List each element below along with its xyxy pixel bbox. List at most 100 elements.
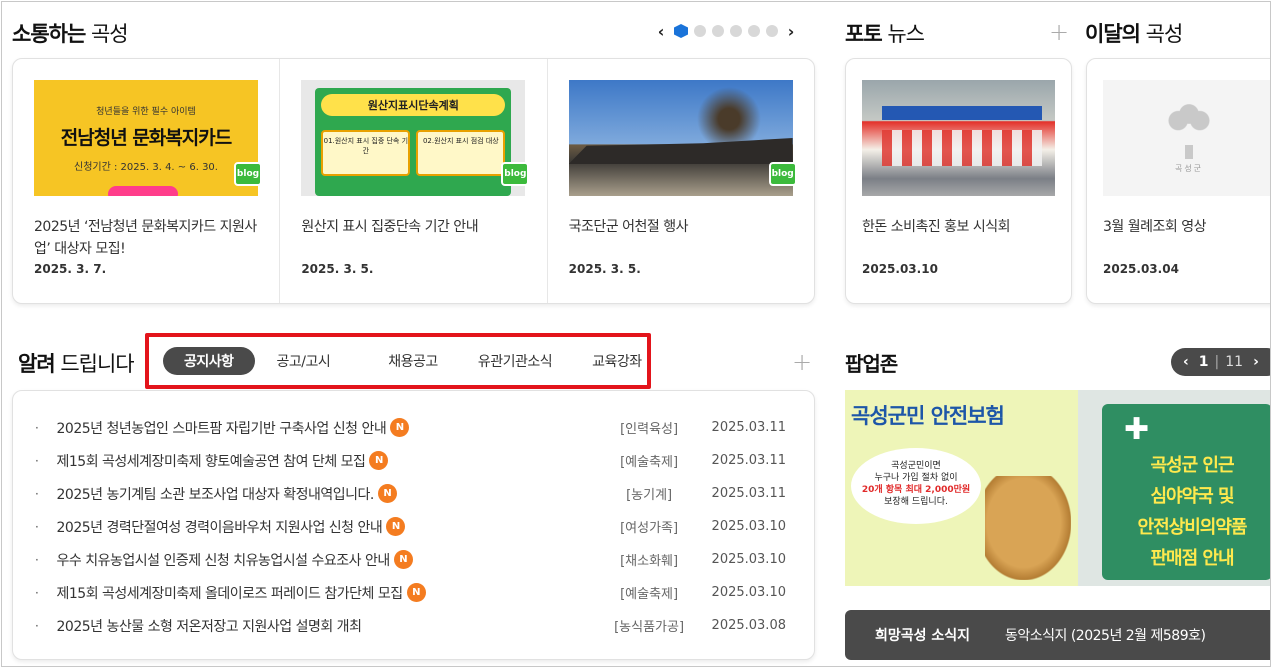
bullet: ·	[35, 585, 39, 600]
photo-news-title[interactable]: 한돈 소비촉진 홍보 시식회	[862, 216, 1055, 252]
slider-prev-button[interactable]: ‹	[654, 22, 668, 41]
popup-pagination: ‹ 1 | 11 ›	[1171, 348, 1270, 376]
tab-related-agencies[interactable]: 유관기관소식	[460, 347, 570, 375]
slider-dot-2[interactable]	[694, 25, 706, 37]
photo-more-plus-icon[interactable]: +	[1049, 20, 1069, 44]
table-row[interactable]: · 2025년 농기계팀 소관 보조사업 대상자 확정내역입니다. N [농기계]…	[35, 477, 786, 510]
notice-title[interactable]: 제15회 곡성세계장미축제 올데이로즈 퍼레이드 참가단체 모집 N	[57, 583, 601, 603]
newsletter-link[interactable]: 동악소식지 (2025년 2월 제589호)	[1005, 625, 1206, 645]
table-row[interactable]: · 제15회 곡성세계장미축제 올데이로즈 퍼레이드 참가단체 모집 N [예술축…	[35, 576, 786, 609]
bullet: ·	[35, 453, 39, 468]
notice-date: 2025.03.11	[711, 453, 786, 468]
title-bold: 포토	[845, 22, 883, 46]
blog-card-2[interactable]: 원산지표시단속계획 01.원산지 표시 집중 단속 기간 02.원산지 표시 점…	[280, 59, 548, 303]
blog-card-title[interactable]: 2025년 ‘전남청년 문화복지카드 지원사업’ 대상자 모집!	[34, 216, 258, 260]
notice-category: [채소화훼]	[620, 554, 679, 569]
popup-total-pages: 11	[1225, 354, 1244, 370]
title-bold: 팝업존	[845, 352, 898, 376]
notice-date: 2025.03.10	[711, 552, 786, 567]
slider-dot-4[interactable]	[730, 25, 742, 37]
title-bold: 소통하는	[12, 22, 86, 46]
photo-thumb	[862, 80, 1055, 196]
slider-dot-5[interactable]	[748, 25, 760, 37]
notice-title-text: 2025년 경력단절여성 경력이음바우처 지원사업 신청 안내	[56, 519, 383, 536]
bullet: ·	[35, 519, 39, 534]
popup-separator: |	[1214, 354, 1220, 370]
popup-banner-pharmacy: ✚ 곡성군 인근 심야약국 및 안전상비의약품 판매점 안내	[1078, 390, 1270, 586]
notice-title[interactable]: 2025년 농기계팀 소관 보조사업 대상자 확정내역입니다. N	[57, 484, 601, 504]
pharmacy-line: 심야약국 및	[1150, 486, 1234, 507]
gokseong-logo-icon	[1162, 102, 1216, 147]
notice-title[interactable]: 제15회 곡성세계장미축제 향토예술공연 참여 단체 모집 N	[57, 451, 601, 471]
notice-title[interactable]: 2025년 경력단절여성 경력이음바우처 지원사업 신청 안내 N	[57, 517, 601, 537]
thumb-banner	[882, 106, 1042, 120]
new-badge: N	[386, 517, 406, 536]
blog-card-title[interactable]: 원산지 표시 집중단속 기간 안내	[301, 216, 525, 260]
month-item-title[interactable]: 3월 월례조회 영상	[1103, 216, 1269, 252]
pharmacy-board: ✚ 곡성군 인근 심야약국 및 안전상비의약품 판매점 안내	[1102, 404, 1270, 580]
notice-title-text: 제15회 곡성세계장미축제 향토예술공연 참여 단체 모집	[56, 453, 366, 470]
new-badge: N	[377, 484, 397, 503]
thumb-main-title: 전남청년 문화복지카드	[60, 126, 232, 149]
thumb-subtitle: 청년들을 위한 필수 아이템	[96, 106, 196, 117]
thumb-board-head: 원산지표시단속계획	[321, 94, 506, 116]
month-thumb: 곡성군	[1103, 80, 1270, 196]
table-row[interactable]: · 2025년 청년농업인 스마트팜 자립기반 구축사업 신청 안내 N [인력육…	[35, 411, 786, 444]
notice-category: [농기계]	[626, 488, 673, 503]
tab-recruitment[interactable]: 채용공고	[370, 347, 456, 375]
notice-category: [예술축제]	[620, 455, 679, 470]
banner-title: 곡성군민 안전보험	[851, 404, 1005, 428]
notice-category: [인력육성]	[620, 422, 679, 437]
thumb-board-boxes: 01.원산지 표시 집중 단속 기간 02.원산지 표시 점검 대상	[321, 130, 506, 176]
table-row[interactable]: · 우수 치유농업시설 인증제 신청 치유농업시설 수요조사 안내 N [채소화훼…	[35, 543, 786, 576]
notice-title[interactable]: 우수 치유농업시설 인증제 신청 치유농업시설 수요조사 안내 N	[57, 550, 601, 570]
thumb-box-2: 02.원산지 표시 점검 대상	[416, 130, 506, 176]
medical-cross-icon: ✚	[1124, 412, 1150, 447]
table-row[interactable]: · 2025년 농산물 소형 저온저장고 지원사업 설명회 개최 [농식품가공]…	[35, 609, 786, 642]
blog-thumb-2: 원산지표시단속계획 01.원산지 표시 집중 단속 기간 02.원산지 표시 점…	[301, 80, 526, 196]
blog-card-1[interactable]: 청년들을 위한 필수 아이템 전남청년 문화복지카드 신청기간 : 2025. …	[13, 59, 281, 303]
notice-more-plus-icon[interactable]: +	[792, 350, 812, 374]
notice-title[interactable]: 2025년 농산물 소형 저온저장고 지원사업 설명회 개최	[57, 616, 601, 636]
slider-dot-1[interactable]	[674, 24, 688, 38]
table-row[interactable]: · 제15회 곡성세계장미축제 향토예술공연 참여 단체 모집 N [예술축제] …	[35, 444, 786, 477]
popup-prev-button[interactable]: ‹	[1183, 354, 1189, 370]
slider-next-button[interactable]: ›	[784, 22, 798, 41]
notice-category: [농식품가공]	[614, 620, 685, 635]
photo-news-card[interactable]: 한돈 소비촉진 홍보 시식회 2025.03.10	[845, 58, 1072, 304]
tab-education[interactable]: 교육강좌	[574, 347, 660, 375]
notice-date: 2025.03.11	[711, 420, 786, 435]
notice-title[interactable]: 2025년 청년농업인 스마트팜 자립기반 구축사업 신청 안내 N	[57, 418, 601, 438]
blog-thumb-1: 청년들을 위한 필수 아이템 전남청년 문화복지카드 신청기간 : 2025. …	[34, 80, 258, 196]
thumb-board: 원산지표시단속계획 01.원산지 표시 집중 단속 기간 02.원산지 표시 점…	[315, 88, 512, 196]
bubble-line: 누구나 가입 절차 없이	[874, 473, 958, 483]
pharmacy-line: 안전상비의약품	[1137, 517, 1248, 538]
notice-date: 2025.03.10	[711, 519, 786, 534]
title-bold: 이달의	[1085, 22, 1141, 46]
thumb-period: 신청기간 : 2025. 3. 4. ~ 6. 30.	[74, 161, 218, 173]
thumb-box-1: 01.원산지 표시 집중 단속 기간	[321, 130, 411, 176]
popup-banner[interactable]: 곡성군민 안전보험 곡성군민이면 누구나 가입 절차 없이 20개 항목 최대 …	[845, 390, 1270, 586]
slider-dot-6[interactable]	[766, 25, 778, 37]
blog-card-3[interactable]: blog 국조단군 어천절 행사 2025. 3. 5.	[548, 59, 814, 303]
pharmacy-text: 곡성군 인근 심야약국 및 안전상비의약품 판매점 안내	[1112, 450, 1270, 574]
blog-card-title[interactable]: 국조단군 어천절 행사	[569, 216, 793, 260]
bullet: ·	[35, 420, 39, 435]
tab-announcement[interactable]: 공고/고시	[259, 347, 349, 375]
photo-section-title: 포토 뉴스	[845, 18, 925, 48]
blog-card-date: 2025. 3. 5.	[301, 262, 374, 276]
table-row[interactable]: · 2025년 경력단절여성 경력이음바우처 지원사업 신청 안내 N [여성가족…	[35, 510, 786, 543]
month-card[interactable]: 곡성군 3월 월례조회 영상 2025.03.04	[1086, 58, 1270, 304]
notice-title-text: 2025년 농산물 소형 저온저장고 지원사업 설명회 개최	[56, 618, 362, 635]
notice-category: [예술축제]	[620, 587, 679, 602]
bullet: ·	[35, 552, 39, 567]
thumb-people	[882, 130, 1042, 166]
notice-title-text: 2025년 농기계팀 소관 보조사업 대상자 확정내역입니다.	[56, 486, 375, 503]
title-bold: 알려	[18, 352, 56, 376]
tab-notice[interactable]: 공지사항	[163, 347, 255, 375]
month-section-title: 이달의 곡성	[1085, 18, 1183, 48]
popup-next-button[interactable]: ›	[1253, 354, 1259, 370]
bubble-line: 보장해 드립니다.	[884, 497, 948, 507]
blog-icon: blog	[501, 162, 530, 186]
slider-dot-3[interactable]	[712, 25, 724, 37]
